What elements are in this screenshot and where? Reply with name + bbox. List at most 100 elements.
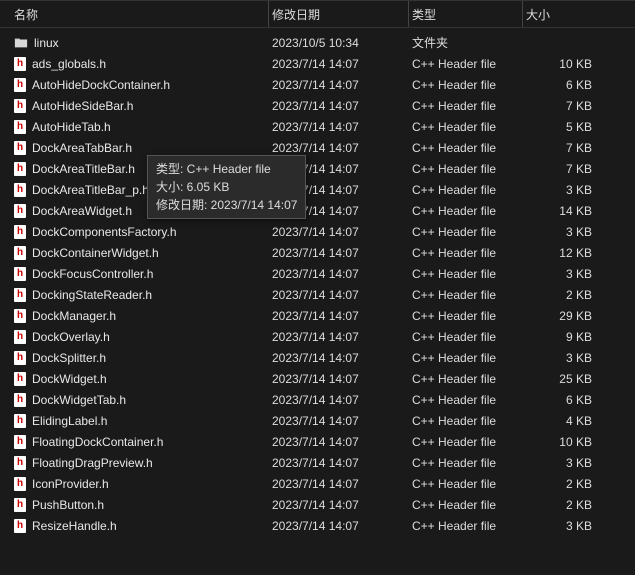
file-name: DockWidget.h bbox=[32, 372, 107, 386]
header-file-icon bbox=[14, 372, 26, 386]
cell-name: ElidingLabel.h bbox=[14, 414, 272, 428]
cell-name: DockAreaTabBar.h bbox=[14, 141, 272, 155]
cell-type: C++ Header file bbox=[412, 414, 526, 428]
file-name: DockManager.h bbox=[32, 309, 116, 323]
header-file-icon bbox=[14, 246, 26, 260]
file-name: ResizeHandle.h bbox=[32, 519, 117, 533]
cell-size: 2 KB bbox=[526, 498, 606, 512]
file-name: ElidingLabel.h bbox=[32, 414, 107, 428]
cell-name: FloatingDragPreview.h bbox=[14, 456, 272, 470]
file-row[interactable]: DockWidgetTab.h2023/7/14 14:07C++ Header… bbox=[0, 389, 635, 410]
cell-type: C++ Header file bbox=[412, 78, 526, 92]
cell-name: IconProvider.h bbox=[14, 477, 272, 491]
column-header-type[interactable]: 类型 bbox=[412, 6, 526, 23]
file-row[interactable]: DockOverlay.h2023/7/14 14:07C++ Header f… bbox=[0, 326, 635, 347]
cell-date: 2023/10/5 10:34 bbox=[272, 36, 412, 50]
cell-name: AutoHideTab.h bbox=[14, 120, 272, 134]
file-row[interactable]: DockAreaWidget.h2023/7/14 14:07C++ Heade… bbox=[0, 200, 635, 221]
file-row[interactable]: DockComponentsFactory.h2023/7/14 14:07C+… bbox=[0, 221, 635, 242]
cell-date: 2023/7/14 14:07 bbox=[272, 57, 412, 71]
file-tooltip: 类型: C++ Header file 大小: 6.05 KB 修改日期: 20… bbox=[147, 155, 306, 219]
cell-name: DockManager.h bbox=[14, 309, 272, 323]
file-row[interactable]: ElidingLabel.h2023/7/14 14:07C++ Header … bbox=[0, 410, 635, 431]
file-name: FloatingDragPreview.h bbox=[32, 456, 153, 470]
file-name: DockContainerWidget.h bbox=[32, 246, 159, 260]
cell-size: 5 KB bbox=[526, 120, 606, 134]
file-row[interactable]: DockWidget.h2023/7/14 14:07C++ Header fi… bbox=[0, 368, 635, 389]
cell-name: AutoHideSideBar.h bbox=[14, 99, 272, 113]
header-file-icon bbox=[14, 393, 26, 407]
cell-size: 2 KB bbox=[526, 477, 606, 491]
file-row[interactable]: DockManager.h 2023/7/14 14:07C++ Header f… bbox=[0, 305, 635, 326]
cell-size: 3 KB bbox=[526, 351, 606, 365]
file-row[interactable]: IconProvider.h 2023/7/14 14:07C++ Header … bbox=[0, 473, 635, 494]
cell-date: 2023/7/14 14:07 bbox=[272, 288, 412, 302]
cell-type: C++ Header file bbox=[412, 99, 526, 113]
cell-type: C++ Header file bbox=[412, 477, 526, 491]
column-header-size[interactable]: 大小 bbox=[526, 6, 606, 23]
cell-date: 2023/7/14 14:07 bbox=[272, 519, 412, 533]
file-row[interactable]: ResizeHandle.h2023/7/14 14:07C++ Header … bbox=[0, 515, 635, 536]
cell-type: C++ Header file bbox=[412, 309, 526, 323]
cell-date: 2023/7/14 14:07 bbox=[272, 309, 412, 323]
file-row[interactable]: DockAreaTabBar.h2023/7/14 14:07C++ Heade… bbox=[0, 137, 635, 158]
file-row[interactable]: DockingStateReader.h2023/7/14 14:07C++ H… bbox=[0, 284, 635, 305]
cell-type: C++ Header file bbox=[412, 57, 526, 71]
header-file-icon bbox=[14, 141, 26, 155]
tooltip-size-label: 大小: bbox=[156, 180, 187, 194]
file-name: IconProvider.h bbox=[32, 477, 109, 491]
cell-date: 2023/7/14 14:07 bbox=[272, 477, 412, 491]
cell-type: C++ Header file bbox=[412, 393, 526, 407]
cell-size: 3 KB bbox=[526, 456, 606, 470]
header-file-icon bbox=[14, 183, 26, 197]
file-row[interactable]: ads_globals.h2023/7/14 14:07C++ Header f… bbox=[0, 53, 635, 74]
column-header-name[interactable]: 名称 bbox=[14, 6, 272, 23]
cell-type: C++ Header file bbox=[412, 372, 526, 386]
file-row[interactable]: DockFocusController.h2023/7/14 14:07C++ … bbox=[0, 263, 635, 284]
cell-size: 9 KB bbox=[526, 330, 606, 344]
cell-size: 7 KB bbox=[526, 162, 606, 176]
cell-name: ads_globals.h bbox=[14, 57, 272, 71]
file-row[interactable]: AutoHideTab.h2023/7/14 14:07C++ Header f… bbox=[0, 116, 635, 137]
cell-date: 2023/7/14 14:07 bbox=[272, 330, 412, 344]
file-row[interactable]: DockAreaTitleBar_p.h2023/7/14 14:07C++ H… bbox=[0, 179, 635, 200]
cell-date: 2023/7/14 14:07 bbox=[272, 141, 412, 155]
file-name: DockSplitter.h bbox=[32, 351, 106, 365]
cell-name: DockingStateReader.h bbox=[14, 288, 272, 302]
cell-type: 文件夹 bbox=[412, 34, 526, 51]
header-file-icon bbox=[14, 57, 26, 71]
file-row[interactable]: AutoHideSideBar.h2023/7/14 14:07C++ Head… bbox=[0, 95, 635, 116]
file-row[interactable]: DockAreaTitleBar.h2023/7/14 14:07C++ Hea… bbox=[0, 158, 635, 179]
cell-size: 14 KB bbox=[526, 204, 606, 218]
cell-date: 2023/7/14 14:07 bbox=[272, 78, 412, 92]
folder-row[interactable]: linux 2023/10/5 10:34文件夹 bbox=[0, 32, 635, 53]
cell-name: DockSplitter.h bbox=[14, 351, 272, 365]
header-file-icon bbox=[14, 267, 26, 281]
folder-icon bbox=[14, 36, 28, 50]
header-file-icon bbox=[14, 498, 26, 512]
tooltip-date-value: 2023/7/14 14:07 bbox=[211, 198, 298, 212]
file-row[interactable]: FloatingDragPreview.h2023/7/14 14:07C++ … bbox=[0, 452, 635, 473]
cell-name: PushButton.h bbox=[14, 498, 272, 512]
file-name: AutoHideSideBar.h bbox=[32, 99, 133, 113]
file-name: DockWidgetTab.h bbox=[32, 393, 126, 407]
file-row[interactable]: FloatingDockContainer.h2023/7/14 14:07C+… bbox=[0, 431, 635, 452]
header-file-icon bbox=[14, 78, 26, 92]
cell-size: 7 KB bbox=[526, 99, 606, 113]
file-name: PushButton.h bbox=[32, 498, 104, 512]
cell-type: C++ Header file bbox=[412, 456, 526, 470]
column-header-date[interactable]: 修改日期 bbox=[272, 6, 412, 23]
cell-type: C++ Header file bbox=[412, 288, 526, 302]
file-row[interactable]: AutoHideDockContainer.h2023/7/14 14:07C+… bbox=[0, 74, 635, 95]
header-file-icon bbox=[14, 288, 26, 302]
header-file-icon bbox=[14, 456, 26, 470]
tooltip-size-value: 6.05 KB bbox=[187, 180, 230, 194]
file-name: linux bbox=[34, 36, 59, 50]
header-file-icon bbox=[14, 477, 26, 491]
file-row[interactable]: PushButton.h2023/7/14 14:07C++ Header fi… bbox=[0, 494, 635, 515]
cell-size: 3 KB bbox=[526, 183, 606, 197]
file-row[interactable]: DockContainerWidget.h2023/7/14 14:07C++ … bbox=[0, 242, 635, 263]
file-row[interactable]: DockSplitter.h2023/7/14 14:07C++ Header … bbox=[0, 347, 635, 368]
cell-type: C++ Header file bbox=[412, 225, 526, 239]
header-file-icon bbox=[14, 204, 26, 218]
